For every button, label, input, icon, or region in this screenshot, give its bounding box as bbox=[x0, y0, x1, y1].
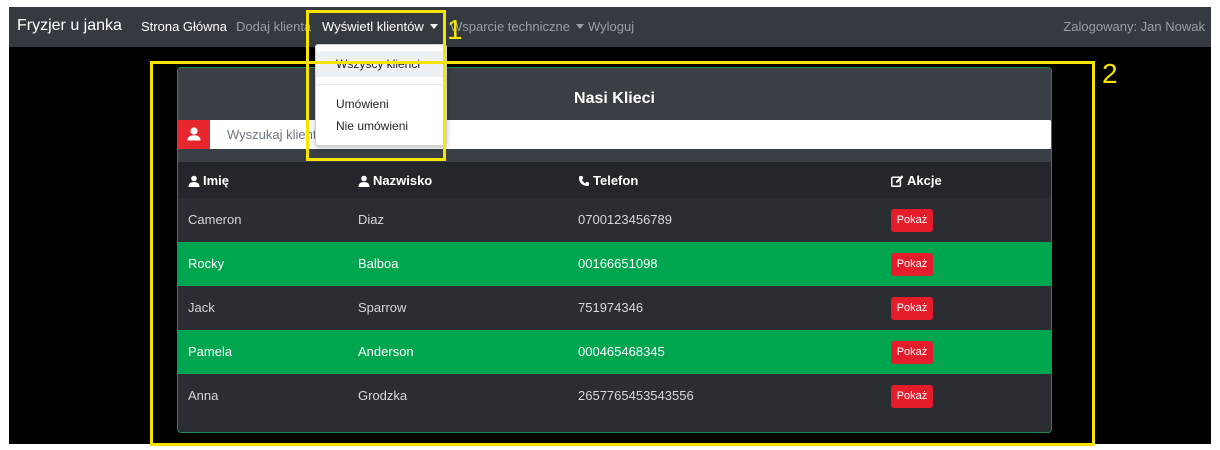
navbar: Fryzjer u janka Strona Główna Dodaj klie… bbox=[9, 7, 1211, 47]
user-status: Zalogowany: Jan Nowak bbox=[1063, 19, 1205, 34]
brand[interactable]: Fryzjer u janka bbox=[17, 17, 122, 35]
nav-home[interactable]: Strona Główna bbox=[141, 19, 227, 34]
nav-support[interactable]: Wsparcie techniczne bbox=[450, 19, 584, 34]
annotation-label-2: 2 bbox=[1102, 58, 1118, 89]
nav-support-label: Wsparcie techniczne bbox=[450, 19, 570, 34]
caret-down-icon bbox=[575, 24, 584, 29]
nav-add-client[interactable]: Dodaj klienta bbox=[236, 19, 311, 34]
annotation-box-2 bbox=[150, 61, 1095, 446]
nav-logout[interactable]: Wyloguj bbox=[588, 19, 634, 34]
annotation-label-1: 1 bbox=[447, 14, 463, 45]
